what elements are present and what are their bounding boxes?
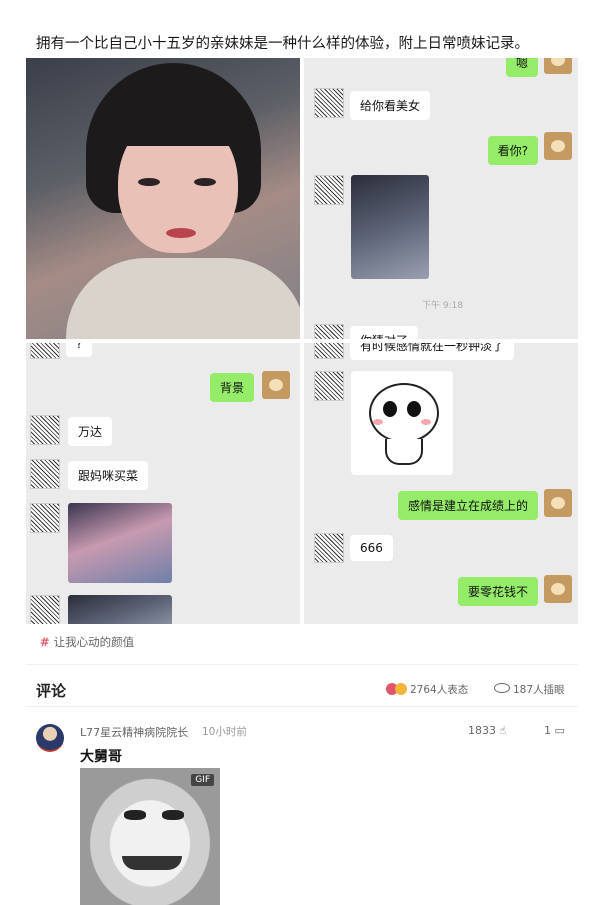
agree-count: 2764人表态 — [410, 684, 469, 696]
sender-avatar — [544, 575, 572, 603]
right-eye — [194, 178, 216, 186]
sister-avatar — [30, 503, 60, 533]
comment-time: 10小时前 — [202, 726, 247, 738]
sister-avatar — [314, 343, 344, 359]
chat-bubble-right: 看你? — [487, 136, 538, 165]
commenter-avatar[interactable] — [36, 724, 64, 752]
sister-avatar — [30, 343, 60, 359]
sister-avatar — [30, 459, 60, 489]
sister-avatar — [30, 595, 60, 624]
sister-avatar — [30, 415, 60, 445]
reaction-stat-view[interactable]: 187人插眼 — [494, 682, 565, 697]
gif-eye — [162, 810, 184, 820]
chat-screenshot-2[interactable]: ? 背景 万达 跟妈咪买菜 — [26, 343, 300, 624]
topic-tag-label: 让我心动的颜值 — [53, 635, 135, 649]
shirt-shape — [66, 258, 300, 339]
cartoon-sticker[interactable] — [351, 371, 453, 475]
chat-photo-thumbnail[interactable] — [351, 175, 429, 279]
chat-bubble-left: 给你看美女 — [350, 91, 431, 120]
image-collage[interactable]: 嗯 给你看美女 看你? 下午 9:18 你猜对了 ? 背景 万达 跟妈咪买菜 有… — [26, 58, 578, 624]
hash-icon: # — [40, 635, 50, 649]
chat-bubble-left: 有时候感情就在一秒钟淡了 — [350, 343, 515, 360]
thumbs-up-icon: ☝ — [499, 724, 507, 737]
sticker-body — [385, 439, 423, 465]
chat-bubble-right: 嗯 — [505, 58, 538, 77]
chat-timestamp: 下午 9:18 — [422, 301, 464, 311]
sticker-blush — [373, 419, 383, 425]
divider — [26, 664, 578, 665]
selfie-photo[interactable] — [26, 58, 300, 339]
sender-avatar — [262, 371, 290, 399]
eye-icon — [494, 683, 510, 693]
chat-bubble-right: 要零花钱不 — [457, 577, 538, 606]
chat-bubble-left: ? — [66, 343, 93, 357]
sticker-eye — [407, 401, 421, 417]
lips — [166, 228, 196, 238]
comments-header: 评论 — [36, 682, 67, 700]
sender-avatar — [544, 132, 572, 160]
sender-avatar — [544, 489, 572, 517]
divider — [26, 706, 578, 707]
chat-bubble-left: 你猜对了 — [350, 326, 419, 339]
sister-avatar — [314, 324, 344, 339]
chat-bubble-right: 感情是建立在成绩上的 — [397, 491, 538, 520]
chat-photo-thumbnail[interactable] — [68, 595, 172, 624]
sender-avatar — [544, 58, 572, 74]
sticker-blush — [421, 419, 431, 425]
chat-bubble-left: 跟妈咪买菜 — [68, 461, 149, 490]
sister-avatar — [314, 371, 344, 401]
sticker-eye — [383, 401, 397, 417]
chat-photo-thumbnail[interactable] — [68, 503, 172, 583]
topic-tag[interactable]: # 让我心动的颜值 — [40, 634, 134, 650]
comment-gif[interactable]: GIF — [80, 768, 220, 905]
comment-text: 大舅哥 — [80, 749, 122, 765]
like-count: 1833 — [468, 724, 496, 737]
sister-avatar — [314, 175, 344, 205]
reaction-icon — [395, 683, 407, 695]
view-count: 187人插眼 — [513, 684, 565, 696]
like-button[interactable]: 1833 ☝ — [468, 724, 506, 737]
gif-badge: GIF — [191, 774, 214, 786]
sister-avatar — [314, 533, 344, 563]
gif-eye — [124, 810, 146, 820]
chat-screenshot-1[interactable]: 嗯 给你看美女 看你? 下午 9:18 你猜对了 — [304, 58, 578, 339]
reply-count: 1 — [544, 724, 551, 737]
sticker-head — [369, 383, 439, 443]
bangs-shape — [116, 96, 240, 146]
chat-bubble-left: 万达 — [68, 417, 113, 446]
chat-bubble-left: 666 — [350, 535, 393, 561]
chat-bubble-right: 背景 — [209, 373, 254, 402]
chat-screenshot-3[interactable]: 有时候感情就在一秒钟淡了 感情是建立在成绩上的 666 要零花钱不 — [304, 343, 578, 624]
reaction-stat-agree[interactable]: 2764人表态 — [386, 682, 468, 697]
gif-mouth — [122, 856, 182, 870]
sister-avatar — [314, 88, 344, 118]
post-title: 拥有一个比自己小十五岁的亲妹妹是一种什么样的体验，附上日常喷妹记录。 — [36, 36, 529, 52]
comment-icon: ▭ — [554, 724, 565, 737]
reply-button[interactable]: 1 ▭ — [544, 724, 565, 737]
commenter-name[interactable]: L77星云精神病院院长 — [80, 724, 188, 740]
left-eye — [138, 178, 160, 186]
